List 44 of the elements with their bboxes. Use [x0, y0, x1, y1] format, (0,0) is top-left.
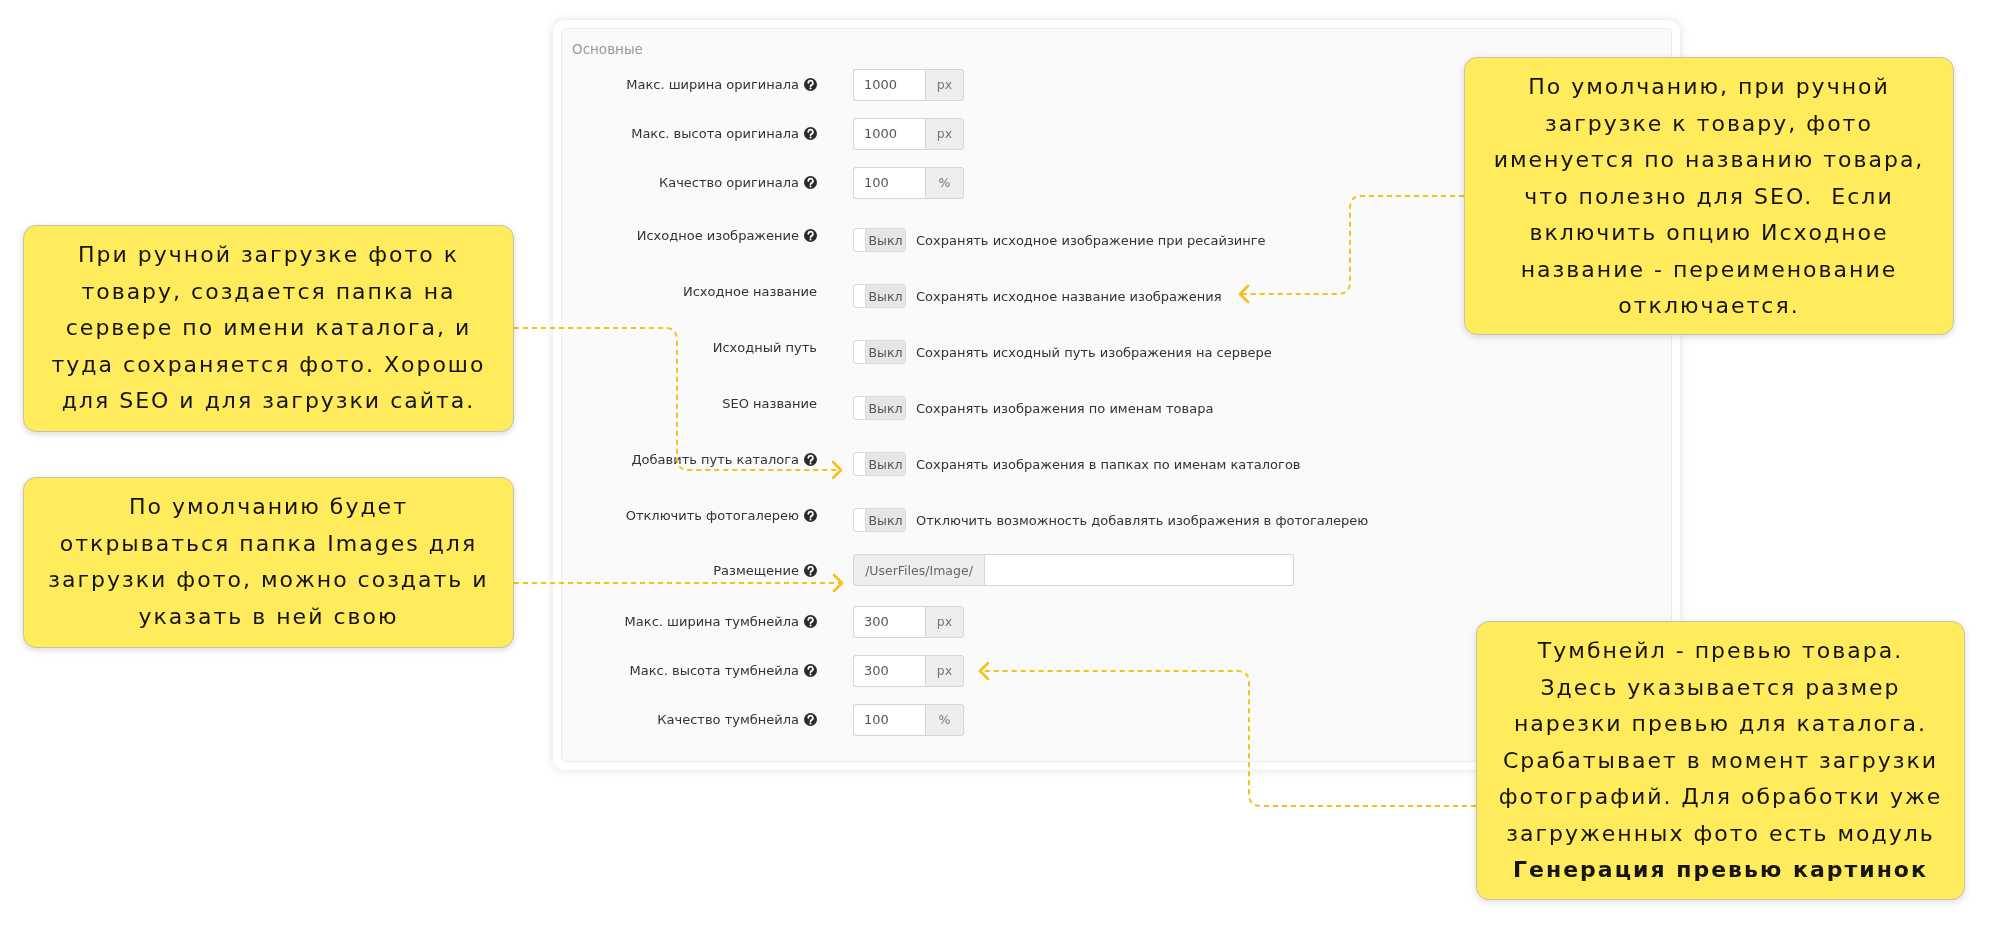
- toggle-description: Сохранять изображения в папках по именам каталогов: [916, 456, 1301, 472]
- unit-addon: px: [925, 117, 964, 150]
- number-input[interactable]: 100: [853, 166, 925, 199]
- toggle-switch[interactable]: Выкл: [853, 340, 906, 364]
- number-input[interactable]: 1000: [853, 68, 925, 101]
- field-label: SEO название: [722, 395, 817, 411]
- number-input[interactable]: 300: [853, 605, 925, 638]
- toggle-description: Сохранять исходный путь изображения на сервере: [916, 344, 1272, 360]
- path-input[interactable]: [985, 554, 1294, 586]
- unit-addon: px: [925, 605, 964, 638]
- toggle-switch[interactable]: Выкл: [853, 284, 906, 308]
- field-label: Макс. высота тумбнейла: [629, 663, 799, 678]
- unit-addon: px: [925, 68, 964, 101]
- toggle-switch[interactable]: Выкл: [853, 452, 906, 476]
- field-label: Качество тумбнейла: [657, 712, 799, 727]
- field-label: Исходное изображение: [636, 227, 799, 243]
- number-input[interactable]: 100: [853, 703, 925, 736]
- note-callout: По умолчанию будет открываться папка Images для загрузки фото, можно создать и указать в ней свою: [23, 477, 514, 648]
- field-label: Макс. ширина оригинала: [626, 77, 799, 92]
- note-callout: По умолчанию, при ручной загрузке к товару, фото именуется по названию товара, что полезно для SEO. Если включить опцию Исходное название - переименование отключается.: [1464, 57, 1954, 335]
- note-callout: При ручной загрузке фото к товару, создается папка на сервере по имени каталога, и туда сохраняется фото. Хорошо для SEO и для загрузки сайта.: [23, 225, 514, 432]
- path-prefix: /UserFiles/Image/: [853, 554, 985, 586]
- field-label: Макс. высота оригинала: [631, 126, 799, 141]
- field-label: Исходное название: [682, 283, 817, 299]
- toggle-description: Сохранять исходное название изображения: [916, 288, 1222, 304]
- field-label: Качество оригинала: [658, 175, 799, 190]
- unit-addon: px: [925, 654, 964, 687]
- field-label: Макс. ширина тумбнейла: [624, 614, 799, 629]
- toggle-description: Сохранять изображения по именам товара: [916, 400, 1214, 416]
- unit-addon: %: [925, 703, 964, 736]
- section-legend: Основные: [572, 39, 643, 59]
- note-callout: Тумбнейл - превью товара. Здесь указывается размер нарезки превью для каталога. Срабатывает в момент загрузки фотографий. Для обработки уже загруженных фото есть модуль Генерация превью картинок: [1476, 621, 1965, 900]
- toggle-description: Сохранять исходное изображение при ресайзинге: [916, 232, 1266, 248]
- field-label: Добавить путь каталога: [631, 451, 799, 467]
- field-label: Размещение: [713, 562, 799, 578]
- toggle-switch[interactable]: Выкл: [853, 508, 906, 532]
- toggle-switch[interactable]: Выкл: [853, 396, 906, 420]
- toggle-switch[interactable]: Выкл: [853, 228, 906, 252]
- field-label: Исходный путь: [712, 339, 817, 355]
- unit-addon: %: [925, 166, 964, 199]
- field-label: Отключить фотогалерею: [625, 507, 799, 523]
- toggle-description: Отключить возможность добавлять изображения в фотогалерею: [916, 512, 1369, 528]
- number-input[interactable]: 1000: [853, 117, 925, 150]
- number-input[interactable]: 300: [853, 654, 925, 687]
